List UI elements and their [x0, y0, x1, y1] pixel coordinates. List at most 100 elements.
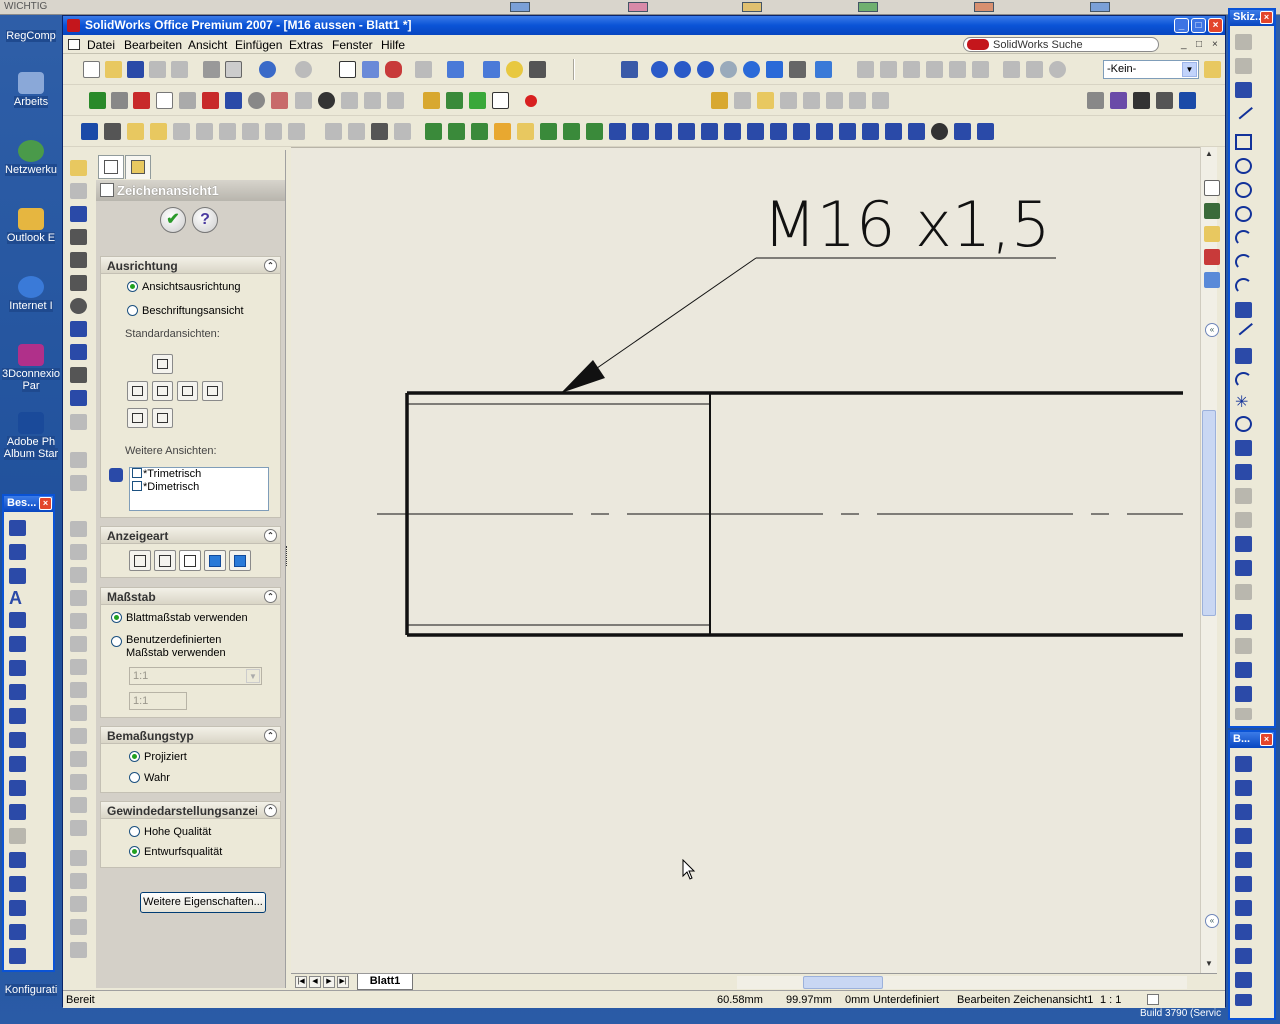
drawing-tool-icon-3[interactable]	[757, 92, 774, 109]
tool-icon[interactable]	[288, 123, 305, 140]
new-macro-icon[interactable]	[156, 92, 173, 109]
edit-sketch-icon[interactable]	[492, 92, 509, 109]
drawing-icon[interactable]	[70, 521, 87, 537]
perspective-icon[interactable]	[1026, 61, 1043, 78]
filter-icon[interactable]	[678, 123, 695, 140]
mirror-icon[interactable]	[1235, 512, 1252, 528]
view-top-button[interactable]	[152, 354, 173, 374]
radio-view-orientation[interactable]: Ansichtsausrichtung	[127, 281, 240, 293]
drawing-icon[interactable]	[70, 206, 87, 222]
surface-finish-icon[interactable]	[9, 684, 26, 700]
radio-annotation-view[interactable]: Beschriftungsansicht	[127, 305, 244, 317]
view-settings-icon[interactable]	[789, 61, 806, 78]
pin-icon[interactable]	[109, 468, 123, 482]
filter-icon[interactable]	[747, 123, 764, 140]
ok-button[interactable]: ✔	[160, 207, 186, 233]
geometric-tolerance-icon[interactable]	[9, 732, 26, 748]
centerpoint-arc-icon[interactable]	[1235, 230, 1252, 246]
help-button[interactable]: ?	[192, 207, 218, 233]
sum-icon[interactable]	[219, 123, 236, 140]
mdi-restore-button[interactable]: □	[1196, 39, 1202, 50]
expand-taskpane-icon[interactable]: «	[1205, 323, 1219, 337]
line-style-icon[interactable]	[1156, 92, 1173, 109]
menu-hilfe[interactable]: Hilfe	[381, 38, 405, 52]
status-icon[interactable]	[1147, 994, 1159, 1005]
first-sheet-icon[interactable]: |◀	[295, 976, 307, 988]
view-front-button[interactable]	[127, 381, 148, 401]
collapse-icon[interactable]: ⌃	[264, 590, 277, 603]
customize-icon[interactable]	[271, 92, 288, 109]
radio-true[interactable]: Wahr	[129, 772, 170, 784]
scroll-down-icon[interactable]: ▼	[1202, 959, 1216, 971]
search-icon[interactable]	[1204, 249, 1220, 265]
tool-icon[interactable]	[242, 123, 259, 140]
view-palette-icon[interactable]	[1204, 272, 1220, 288]
desktop-icon[interactable]: Netzwerku	[0, 140, 62, 176]
window-options-icon[interactable]	[447, 61, 464, 78]
sketch-tool-icon[interactable]	[1235, 708, 1252, 720]
list-item[interactable]: *Trimetrisch	[130, 468, 268, 481]
filter-edges-icon[interactable]	[448, 123, 465, 140]
filter-icon[interactable]	[325, 123, 342, 140]
close-icon[interactable]: ×	[39, 497, 52, 510]
prev-sheet-icon[interactable]: ◀	[309, 976, 321, 988]
datum-target-icon[interactable]	[9, 780, 26, 796]
mdi-minimize-button[interactable]: _	[1181, 39, 1187, 50]
radio-sheet-scale[interactable]: Blattmaßstab verwenden	[111, 612, 248, 624]
filter-icon[interactable]	[701, 123, 718, 140]
line-thickness-icon[interactable]	[1133, 92, 1150, 109]
sketch-tool-icon[interactable]	[1235, 638, 1252, 654]
hide-show-edges-icon[interactable]	[1179, 92, 1196, 109]
filter-icon[interactable]	[793, 123, 810, 140]
scale-field[interactable]: 1:1	[129, 692, 187, 710]
filter-icon[interactable]	[931, 123, 948, 140]
tab-feature-manager[interactable]	[98, 155, 124, 179]
3d-sketch-icon[interactable]	[1235, 58, 1252, 74]
tool-icon[interactable]	[150, 123, 167, 140]
filter-icon[interactable]	[839, 123, 856, 140]
filter-icon[interactable]	[724, 123, 741, 140]
filter-icon[interactable]	[862, 123, 879, 140]
desktop-icon[interactable]: Adobe Ph Album Star	[0, 412, 62, 460]
drawing-icon[interactable]	[70, 728, 87, 744]
hole-callout-icon[interactable]	[9, 804, 26, 820]
tool-icon[interactable]	[104, 123, 121, 140]
sketch-tools-icon[interactable]	[621, 61, 638, 78]
redo-icon[interactable]	[295, 61, 312, 78]
record-icon[interactable]	[525, 95, 537, 107]
drawing-icon[interactable]	[70, 475, 87, 491]
filter-icon[interactable]	[885, 123, 902, 140]
drawing-tool-icon-2[interactable]	[734, 92, 751, 109]
further-views-list[interactable]: *Trimetrisch *Dimetrisch	[129, 467, 269, 511]
filter-icon[interactable]	[517, 123, 534, 140]
drawing-icon[interactable]	[70, 919, 87, 935]
view-left-button[interactable]	[202, 381, 223, 401]
save-icon[interactable]	[127, 61, 144, 78]
mdi-close-button[interactable]: ×	[1212, 39, 1218, 50]
tool-icon[interactable]	[127, 123, 144, 140]
thread-annotation[interactable]: M16 x1,5	[763, 188, 1050, 261]
shadows-icon[interactable]	[1003, 61, 1020, 78]
horizontal-scrollbar[interactable]	[737, 976, 1187, 989]
drawing-icon[interactable]	[70, 613, 87, 629]
desktop-icon[interactable]: Outlook E	[0, 208, 62, 244]
taskbar-thumb[interactable]	[628, 2, 648, 12]
group-header[interactable]: Gewindedarstellungsanzeig ⌃	[101, 802, 280, 819]
tool-icon[interactable]	[173, 123, 190, 140]
next-sheet-icon[interactable]: ▶	[323, 976, 335, 988]
hidden-lines-removed-icon[interactable]	[903, 61, 920, 78]
shaded-edges-icon[interactable]	[926, 61, 943, 78]
macro-button-icon[interactable]	[248, 92, 265, 109]
design-library-icon[interactable]	[1204, 203, 1220, 219]
filter-icon[interactable]	[908, 123, 925, 140]
line-icon[interactable]	[1234, 101, 1253, 120]
horizontal-ordinate-icon[interactable]	[1235, 876, 1252, 892]
filter-icon[interactable]	[632, 123, 649, 140]
tangent-arc-icon[interactable]	[1235, 254, 1252, 270]
point-icon[interactable]	[469, 92, 486, 109]
ordinate-dimension-icon[interactable]	[1235, 852, 1252, 868]
drawing-tool-icon-5[interactable]	[803, 92, 820, 109]
collapse-icon[interactable]: ⌃	[264, 804, 277, 817]
view-bottom-button[interactable]	[152, 408, 173, 428]
delete-icon[interactable]	[202, 92, 219, 109]
